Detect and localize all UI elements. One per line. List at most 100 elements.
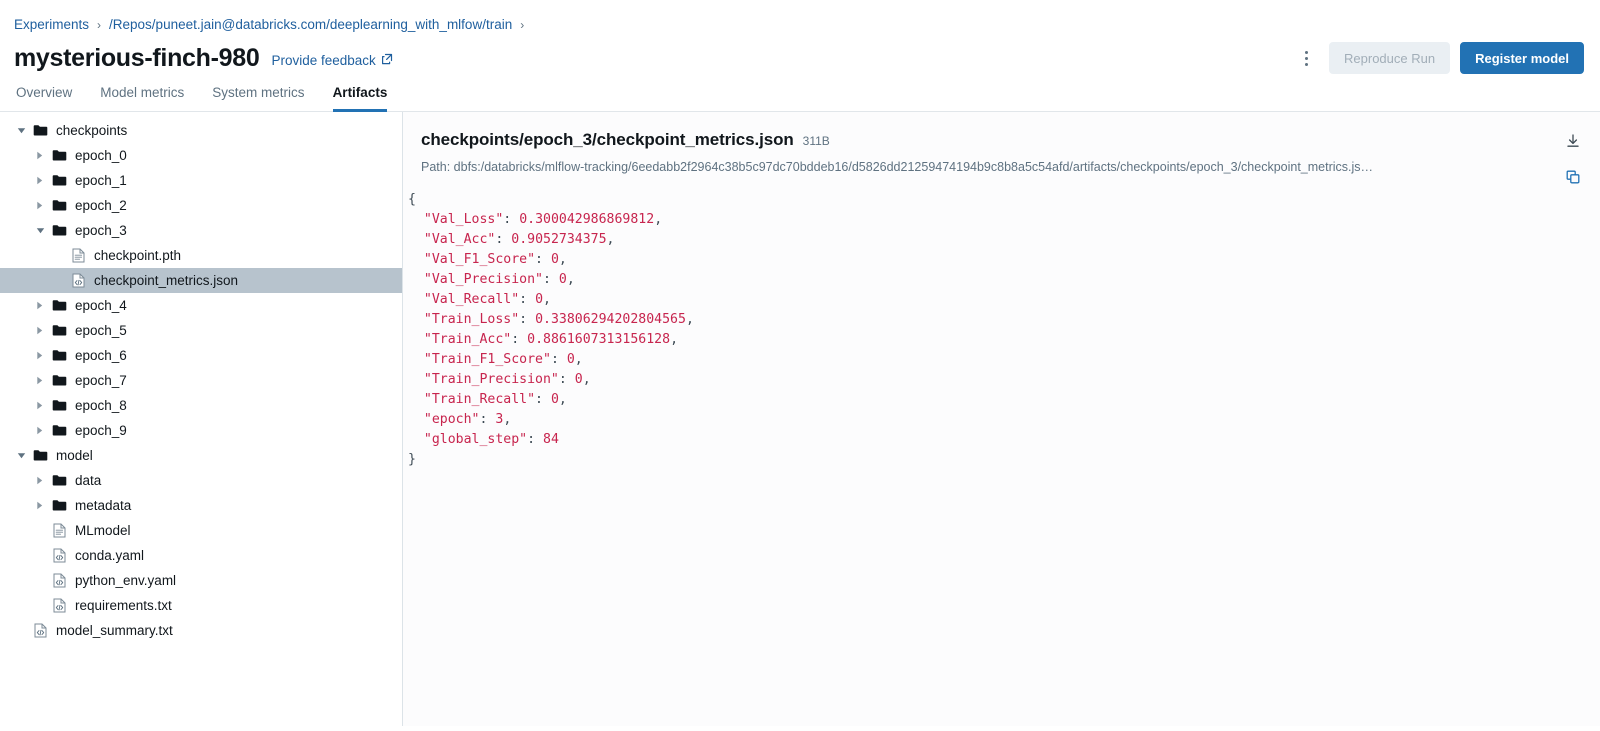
tree-item-epoch-0[interactable]: epoch_0 bbox=[0, 143, 402, 168]
tab-bar: Overview Model metrics System metrics Artif… bbox=[0, 76, 1600, 112]
tree-item-conda-yaml[interactable]: conda.yaml bbox=[0, 543, 402, 568]
breadcrumb-item-experiments[interactable]: Experiments bbox=[14, 17, 89, 32]
folder-icon bbox=[51, 372, 68, 389]
tree-item-data[interactable]: data bbox=[0, 468, 402, 493]
code-file-icon bbox=[51, 572, 68, 589]
tree-item-epoch-3[interactable]: epoch_3 bbox=[0, 218, 402, 243]
tree-item-label: epoch_9 bbox=[75, 422, 127, 438]
artifacts-body: checkpoints epoch_0 epoch_1 epoch_2 epoch_3 c… bbox=[0, 112, 1600, 726]
tree-item-epoch-4[interactable]: epoch_4 bbox=[0, 293, 402, 318]
chevron-right-icon[interactable] bbox=[33, 174, 47, 188]
tree-item-label: metadata bbox=[75, 497, 132, 513]
chevron-right-icon[interactable] bbox=[33, 199, 47, 213]
provide-feedback-link[interactable]: Provide feedback bbox=[271, 49, 392, 68]
folder-icon bbox=[51, 297, 68, 314]
tree-item-metadata[interactable]: metadata bbox=[0, 493, 402, 518]
tree-item-epoch-7[interactable]: epoch_7 bbox=[0, 368, 402, 393]
tree-item-label: epoch_2 bbox=[75, 197, 127, 213]
tree-item-epoch-5[interactable]: epoch_5 bbox=[0, 318, 402, 343]
breadcrumb: Experiments › /Repos/puneet.jain@databri… bbox=[0, 0, 1600, 34]
breadcrumb-separator-icon: › bbox=[520, 17, 525, 32]
chevron-right-icon[interactable] bbox=[33, 424, 47, 438]
folder-icon bbox=[51, 147, 68, 164]
json-entry: "Val_Recall": 0, bbox=[423, 292, 551, 307]
json-entry: "Val_F1_Score": 0, bbox=[423, 252, 567, 267]
page-title: mysterious-finch-980 bbox=[14, 43, 260, 72]
tree-item-epoch-1[interactable]: epoch_1 bbox=[0, 168, 402, 193]
json-entry: "Train_F1_Score": 0, bbox=[423, 352, 583, 367]
tab-overview[interactable]: Overview bbox=[16, 85, 72, 112]
json-entry: "Val_Acc": 0.9052734375, bbox=[423, 232, 615, 247]
chevron-down-icon[interactable] bbox=[14, 124, 28, 138]
kebab-dot bbox=[1304, 62, 1308, 66]
register-model-button[interactable]: Register model bbox=[1460, 42, 1584, 74]
tree-item-requirements-txt[interactable]: requirements.txt bbox=[0, 593, 402, 618]
folder-icon bbox=[51, 422, 68, 439]
tree-item-checkpoint-metrics-json[interactable]: checkpoint_metrics.json bbox=[0, 268, 402, 293]
chevron-right-icon[interactable] bbox=[33, 474, 47, 488]
chevron-right-icon[interactable] bbox=[33, 399, 47, 413]
tree-item-model[interactable]: model bbox=[0, 443, 402, 468]
tree-item-epoch-9[interactable]: epoch_9 bbox=[0, 418, 402, 443]
chevron-right-icon[interactable] bbox=[33, 499, 47, 513]
json-entry: "global_step": 84 bbox=[423, 432, 559, 447]
breadcrumb-separator-icon: › bbox=[97, 17, 102, 32]
json-entry: "Train_Precision": 0, bbox=[423, 372, 591, 387]
folder-icon bbox=[32, 447, 49, 464]
file-icon bbox=[51, 522, 68, 539]
tree-item-label: epoch_7 bbox=[75, 372, 127, 388]
kebab-dot bbox=[1304, 56, 1308, 60]
tree-item-checkpoint-pth[interactable]: checkpoint.pth bbox=[0, 243, 402, 268]
tree-item-label: python_env.yaml bbox=[75, 572, 177, 588]
code-file-icon bbox=[51, 597, 68, 614]
chevron-right-icon[interactable] bbox=[33, 324, 47, 338]
tree-item-label: epoch_4 bbox=[75, 297, 127, 313]
tree-item-checkpoints[interactable]: checkpoints bbox=[0, 118, 402, 143]
artifact-tree[interactable]: checkpoints epoch_0 epoch_1 epoch_2 epoch_3c… bbox=[0, 112, 403, 726]
tree-item-epoch-8[interactable]: epoch_8 bbox=[0, 393, 402, 418]
folder-icon bbox=[51, 197, 68, 214]
tree-item-label: conda.yaml bbox=[75, 547, 145, 563]
tab-model-metrics[interactable]: Model metrics bbox=[100, 85, 184, 112]
tree-item-label: epoch_1 bbox=[75, 172, 127, 188]
more-vertical-icon[interactable] bbox=[1293, 44, 1319, 72]
code-file-icon bbox=[70, 272, 87, 289]
chevron-right-icon[interactable] bbox=[33, 374, 47, 388]
code-file-icon bbox=[32, 622, 49, 639]
tree-item-label: epoch_3 bbox=[75, 222, 127, 238]
json-open-brace: { bbox=[408, 192, 416, 207]
json-entry: "Train_Loss": 0.33806294202804565, bbox=[423, 312, 694, 327]
tree-item-python-env-yaml[interactable]: python_env.yaml bbox=[0, 568, 402, 593]
folder-icon bbox=[51, 472, 68, 489]
tab-system-metrics[interactable]: System metrics bbox=[212, 85, 304, 112]
chevron-down-icon[interactable] bbox=[14, 449, 28, 463]
chevron-right-icon[interactable] bbox=[33, 299, 47, 313]
folder-icon bbox=[32, 122, 49, 139]
file-header: checkpoints/epoch_3/checkpoint_metrics.j… bbox=[403, 112, 1600, 150]
tree-item-epoch-2[interactable]: epoch_2 bbox=[0, 193, 402, 218]
breadcrumb-item-path[interactable]: /Repos/puneet.jain@databricks.com/deeple… bbox=[109, 17, 512, 32]
download-icon[interactable] bbox=[1562, 130, 1584, 152]
copy-icon[interactable] bbox=[1562, 166, 1584, 188]
chevron-down-icon[interactable] bbox=[33, 224, 47, 238]
artifact-preview-pane: checkpoints/epoch_3/checkpoint_metrics.j… bbox=[403, 112, 1600, 726]
tree-item-mlmodel[interactable]: MLmodel bbox=[0, 518, 402, 543]
tree-item-label: model_summary.txt bbox=[56, 622, 173, 638]
tree-item-epoch-6[interactable]: epoch_6 bbox=[0, 343, 402, 368]
chevron-right-icon[interactable] bbox=[33, 349, 47, 363]
kebab-dot bbox=[1304, 50, 1308, 54]
folder-icon bbox=[51, 497, 68, 514]
chevron-right-icon[interactable] bbox=[33, 149, 47, 163]
tree-item-label: epoch_0 bbox=[75, 147, 127, 163]
json-entry: "Val_Precision": 0, bbox=[423, 272, 575, 287]
tab-artifacts[interactable]: Artifacts bbox=[332, 85, 388, 112]
reproduce-run-button[interactable]: Reproduce Run bbox=[1329, 42, 1451, 74]
file-icon bbox=[70, 247, 87, 264]
tree-item-label: model bbox=[56, 447, 93, 463]
tree-item-model-summary-txt[interactable]: model_summary.txt bbox=[0, 618, 402, 643]
file-size: 311B bbox=[802, 134, 830, 148]
